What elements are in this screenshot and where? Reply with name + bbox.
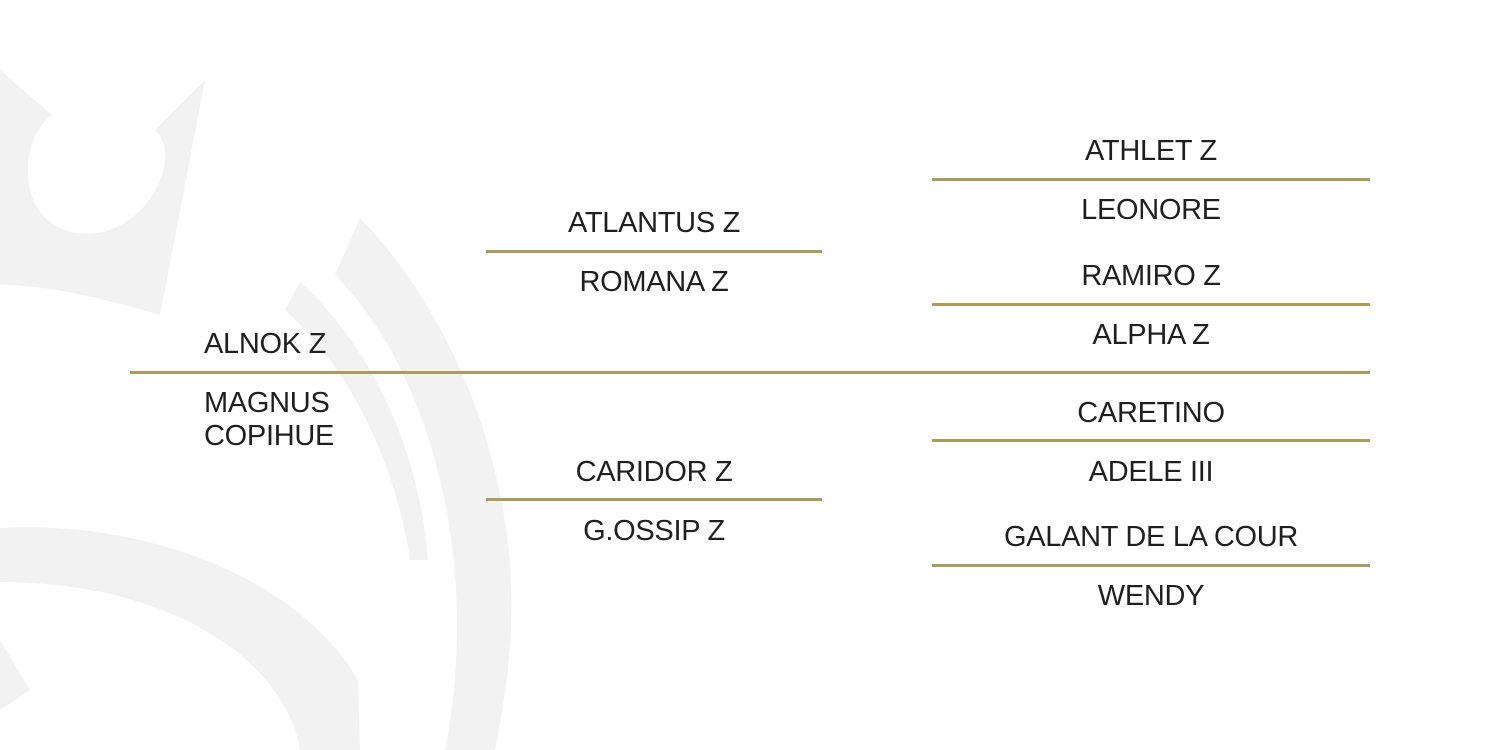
paternal-divider-line (486, 250, 822, 253)
paternal-grandsire-name: ATLANTUS Z (567, 207, 741, 239)
dam-name: MAGNUS COPIHUE (204, 387, 335, 452)
atlantus-divider-line (932, 178, 1370, 181)
main-divider-line (130, 371, 1370, 374)
maternal-divider-line (486, 498, 822, 501)
caridor-divider-line (932, 439, 1370, 442)
romana-divider-line (932, 303, 1370, 306)
caridor-sire-name: CARETINO (1077, 397, 1225, 429)
gossip-divider-line (932, 564, 1370, 567)
maternal-grandsire-name: CARIDOR Z (575, 456, 733, 488)
maternal-granddam-name: G.OSSIP Z (583, 515, 725, 547)
caridor-dam-name: ADELE III (1088, 456, 1214, 488)
romana-sire-name: RAMIRO Z (1081, 260, 1221, 292)
paternal-granddam-name: ROMANA Z (579, 266, 729, 298)
atlantus-dam-name: LEONORE (1081, 194, 1221, 226)
gossip-dam-name: WENDY (1097, 580, 1205, 612)
romana-dam-name: ALPHA Z (1092, 319, 1210, 351)
pedigree-chart: ALNOK Z MAGNUS COPIHUE ATLANTUS Z ROMANA… (0, 0, 1500, 750)
sire-name: ALNOK Z (204, 328, 326, 360)
atlantus-sire-name: ATHLET Z (1085, 135, 1217, 167)
gossip-sire-name: GALANT DE LA COUR (1003, 521, 1299, 553)
